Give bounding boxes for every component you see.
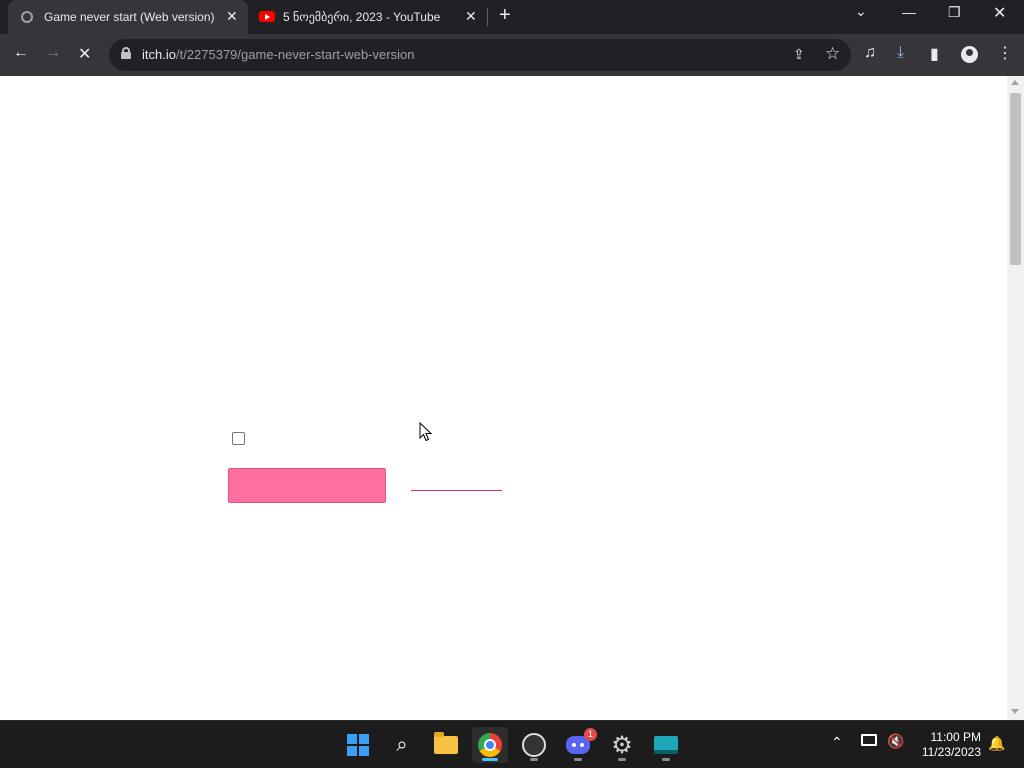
scroll-up-arrow-icon[interactable] <box>1011 80 1019 85</box>
active-indicator <box>482 758 498 761</box>
url-host: itch.io <box>142 47 176 62</box>
terminal-taskbar-button[interactable] <box>648 727 684 763</box>
chrome-taskbar-button[interactable] <box>472 727 508 763</box>
profile-avatar-icon[interactable] <box>961 46 978 63</box>
settings-taskbar-button[interactable]: ⚙ <box>604 727 640 763</box>
close-tab-icon[interactable]: ✕ <box>226 8 238 25</box>
minimize-button[interactable]: — <box>902 4 916 20</box>
tab-game-never-start[interactable]: Game never start (Web version) ✕ <box>8 0 248 34</box>
tray-overflow-icon[interactable]: ⌃ <box>831 734 843 751</box>
gear-icon: ⚙ <box>611 731 633 759</box>
scroll-down-arrow-icon[interactable] <box>1011 709 1019 714</box>
download-icon[interactable]: ⤓ <box>897 44 904 62</box>
forward-button[interactable]: → <box>45 44 61 62</box>
running-indicator <box>662 758 670 761</box>
checkbox[interactable] <box>232 432 245 445</box>
clock-date: 11/23/2023 <box>921 745 981 759</box>
notification-badge: 1 <box>584 728 597 741</box>
media-control-icon[interactable]: ♫ <box>864 44 876 62</box>
share-icon[interactable]: ⇪ <box>793 46 805 63</box>
windows-start-button[interactable] <box>340 727 376 763</box>
notification-bell-icon[interactable]: 🔔 <box>988 735 1005 752</box>
url-path: /t/2275379/game-never-start-web-version <box>175 47 415 62</box>
tab-strip: Game never start (Web version) ✕ 5 ნოემბ… <box>0 0 1024 34</box>
tab-search-icon[interactable]: ⌄ <box>855 3 867 20</box>
obs-icon <box>522 733 546 757</box>
network-icon[interactable] <box>861 734 877 746</box>
windows-logo-icon <box>347 734 369 756</box>
running-indicator <box>530 758 538 761</box>
running-indicator <box>574 758 582 761</box>
browser-toolbar: ← → ✕ itch.io/t/2275379/game-never-start… <box>0 34 1024 76</box>
menu-icon[interactable]: ⋮ <box>997 43 1013 63</box>
mouse-cursor-icon <box>419 422 433 442</box>
running-indicator <box>618 758 626 761</box>
folder-icon <box>434 732 458 754</box>
search-button[interactable]: ⌕ <box>384 727 420 763</box>
terminal-icon <box>654 736 678 754</box>
tab-title: 5 ნოემბერი, 2023 - YouTube <box>283 10 441 24</box>
lock-icon[interactable] <box>121 47 131 59</box>
page-viewport <box>0 76 1024 720</box>
file-explorer-button[interactable] <box>428 727 464 763</box>
bookmark-star-icon[interactable]: ☆ <box>825 44 840 64</box>
search-icon: ⌕ <box>396 733 408 756</box>
red-underline-link[interactable] <box>411 490 502 491</box>
tab-divider <box>487 8 488 26</box>
back-button[interactable]: ← <box>13 44 29 62</box>
youtube-icon <box>259 11 275 22</box>
chrome-icon <box>478 733 502 757</box>
volume-muted-icon[interactable]: 🔇 <box>887 733 904 750</box>
system-clock[interactable]: 11:00 PM 11/23/2023 <box>905 730 981 760</box>
pink-button[interactable] <box>228 468 386 503</box>
discord-taskbar-button[interactable]: 1 <box>560 727 597 763</box>
new-tab-button[interactable]: + <box>499 4 511 27</box>
tab-title: Game never start (Web version) <box>44 10 214 24</box>
close-tab-icon[interactable]: ✕ <box>465 8 477 25</box>
obs-taskbar-button[interactable] <box>516 727 552 763</box>
vertical-scrollbar[interactable] <box>1007 76 1024 720</box>
screen: Game never start (Web version) ✕ 5 ნოემბ… <box>0 0 1024 768</box>
address-bar[interactable]: itch.io/t/2275379/game-never-start-web-v… <box>109 39 851 71</box>
windows-taskbar: ⌕ 1 ⚙ ⌃ 🔇 11:00 PM 11/23/2023 🔔 <box>0 720 1024 768</box>
close-window-button[interactable]: ✕ <box>993 3 1006 23</box>
restore-button[interactable]: ❐ <box>948 4 961 21</box>
tab-youtube[interactable]: 5 ნოემბერი, 2023 - YouTube ✕ <box>250 0 486 34</box>
clock-time: 11:00 PM <box>930 730 981 744</box>
url-text[interactable]: itch.io/t/2275379/game-never-start-web-v… <box>142 47 414 62</box>
side-panel-icon[interactable]: ▮ <box>930 44 939 64</box>
scrollbar-thumb[interactable] <box>1010 93 1021 265</box>
stop-loading-button[interactable]: ✕ <box>78 44 91 64</box>
itch-loading-icon <box>21 11 33 23</box>
